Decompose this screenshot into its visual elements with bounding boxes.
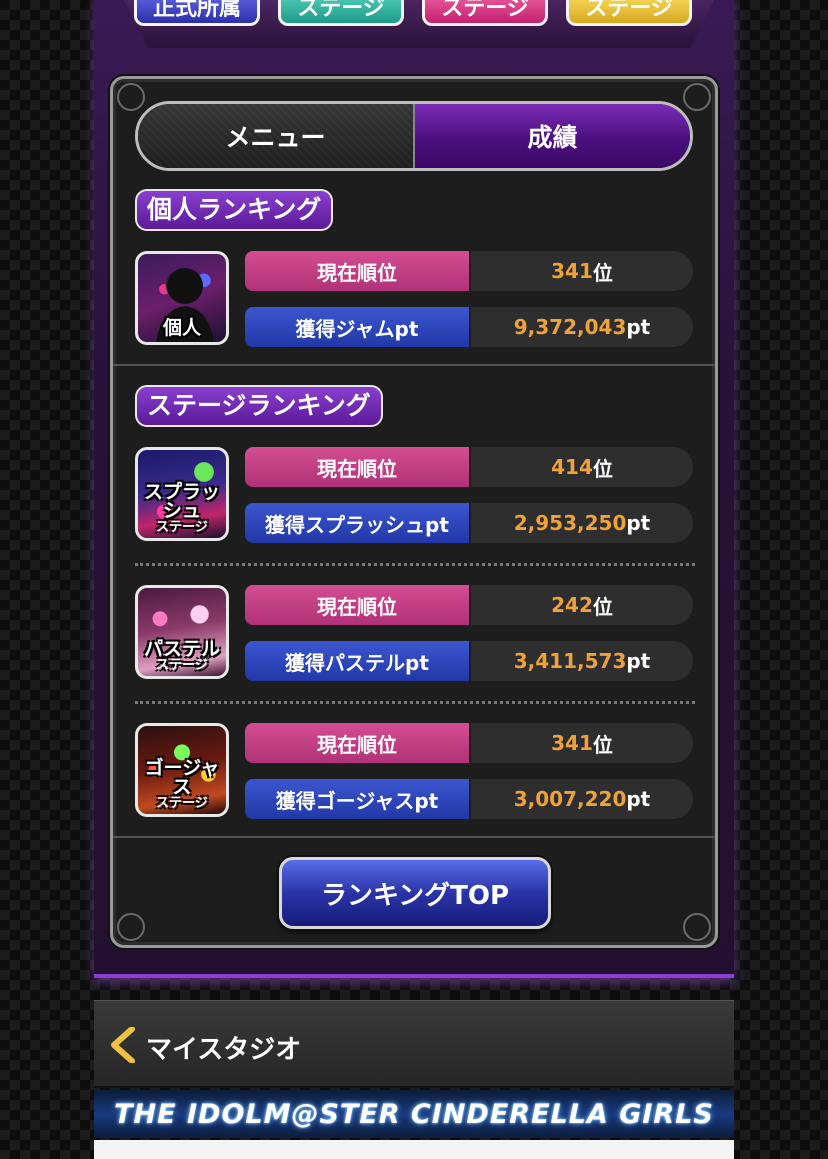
tab-menu[interactable]: メニュー xyxy=(138,104,415,168)
stage-ranking-title: ステージランキング xyxy=(135,385,383,427)
thumb-caption-main: パステル xyxy=(143,638,220,660)
thumb-caption-main: スプラッシュ xyxy=(143,481,220,522)
current-rank-label: 現在順位 xyxy=(245,723,469,763)
points-value: 9,372,043 pt xyxy=(471,307,693,347)
points-number: 3,411,573 xyxy=(513,649,627,673)
tab-official[interactable]: 正式所属 xyxy=(134,0,260,26)
points-unit: pt xyxy=(626,787,651,811)
segmented-control: メニュー 成績 xyxy=(135,101,693,171)
rank-unit: 位 xyxy=(592,732,613,757)
chevron-left-icon[interactable] xyxy=(108,1027,138,1063)
current-rank-value: 242 位 xyxy=(471,585,693,625)
points-value: 3,411,573 pt xyxy=(471,641,693,681)
points-number: 9,372,043 xyxy=(513,315,627,339)
corner-ornament-icon xyxy=(683,913,711,941)
current-rank-value: 414 位 xyxy=(471,447,693,487)
rank-number: 341 xyxy=(551,259,593,283)
ranking-panel: 正式所属 ステージ ステージ ステージ メニュー 成績 個人ランキング 個人 現… xyxy=(94,0,734,978)
current-rank-value: 341 位 xyxy=(471,723,693,763)
corner-ornament-icon xyxy=(117,913,145,941)
stage-ranking-row: スプラッシュ ステージ 現在順位 414 位 獲得スプラッシュpt 2,953,2… xyxy=(135,447,695,543)
rank-number: 414 xyxy=(551,455,593,479)
thumb-caption: ゴージャス ステージ xyxy=(138,757,226,811)
personal-ranking-row: 個人 現在順位 341 位 獲得ジャムpt 9,372,043 pt xyxy=(135,251,695,347)
thumb-caption-sub: ステージ xyxy=(156,658,208,673)
thumb-caption-main: 個人 xyxy=(162,317,201,339)
current-rank-label: 現在順位 xyxy=(245,447,469,487)
points-label: 獲得ジャムpt xyxy=(245,307,469,347)
ranking-top-button[interactable]: ランキングTOP xyxy=(279,857,551,929)
points-unit: pt xyxy=(626,511,651,535)
thumb-caption-main: ゴージャス xyxy=(144,757,220,798)
logo-text: THE IDOLM@STER CINDERELLA GIRLS xyxy=(114,1098,714,1130)
splash-stage-thumbnail: スプラッシュ ステージ xyxy=(135,447,229,541)
current-rank-label: 現在順位 xyxy=(245,251,469,291)
points-label: 獲得パステルpt xyxy=(245,641,469,681)
dotted-divider xyxy=(135,701,695,704)
rank-number: 341 xyxy=(551,731,593,755)
rank-number: 242 xyxy=(551,593,593,617)
points-label: 獲得ゴージャスpt xyxy=(245,779,469,819)
stage-ranking-row: ゴージャス ステージ 現在順位 341 位 獲得ゴージャスpt 3,007,220… xyxy=(135,723,695,819)
score-card: メニュー 成績 個人ランキング 個人 現在順位 341 位 獲得ジャムpt 9,… xyxy=(110,76,718,948)
back-nav-bar[interactable]: マイスタジオ xyxy=(94,1000,734,1088)
points-unit: pt xyxy=(626,315,651,339)
rank-unit: 位 xyxy=(592,594,613,619)
pastel-stage-thumbnail: パステル ステージ xyxy=(135,585,229,679)
current-rank-label: 現在順位 xyxy=(245,585,469,625)
points-label: 獲得スプラッシュpt xyxy=(245,503,469,543)
personal-ranking-title: 個人ランキング xyxy=(135,189,334,231)
rank-unit: 位 xyxy=(592,456,613,481)
footer-logo: THE IDOLM@STER CINDERELLA GIRLS xyxy=(94,1090,734,1138)
current-rank-value: 341 位 xyxy=(471,251,693,291)
corner-ornament-icon xyxy=(117,83,145,111)
thumb-caption: 個人 xyxy=(138,319,226,338)
points-value: 2,953,250 pt xyxy=(471,503,693,543)
tab-stage-1[interactable]: ステージ xyxy=(278,0,404,26)
gorgeous-stage-thumbnail: ゴージャス ステージ xyxy=(135,723,229,817)
stage-ranking-row: パステル ステージ 現在順位 242 位 獲得パステルpt 3,411,573 pt xyxy=(135,585,695,681)
divider xyxy=(113,364,715,366)
points-number: 2,953,250 xyxy=(513,511,627,535)
back-nav-label[interactable]: マイスタジオ xyxy=(146,1029,301,1066)
page-bottom xyxy=(94,1140,734,1159)
points-value: 3,007,220 pt xyxy=(471,779,693,819)
rank-unit: 位 xyxy=(592,260,613,285)
thumb-caption: スプラッシュ ステージ xyxy=(138,481,226,535)
thumb-caption-sub: ステージ xyxy=(156,520,208,535)
tab-score[interactable]: 成績 xyxy=(415,104,690,168)
dotted-divider xyxy=(135,563,695,566)
thumb-caption-sub: ステージ xyxy=(156,796,208,811)
tab-stage-2[interactable]: ステージ xyxy=(422,0,548,26)
thumb-caption: パステル ステージ xyxy=(138,638,226,673)
tab-stage-3[interactable]: ステージ xyxy=(566,0,692,26)
personal-thumbnail: 個人 xyxy=(135,251,229,345)
points-unit: pt xyxy=(626,649,651,673)
points-number: 3,007,220 xyxy=(513,787,627,811)
divider xyxy=(113,836,715,838)
app-frame: 正式所属 ステージ ステージ ステージ メニュー 成績 個人ランキング 個人 現… xyxy=(94,0,734,1159)
corner-ornament-icon xyxy=(683,83,711,111)
